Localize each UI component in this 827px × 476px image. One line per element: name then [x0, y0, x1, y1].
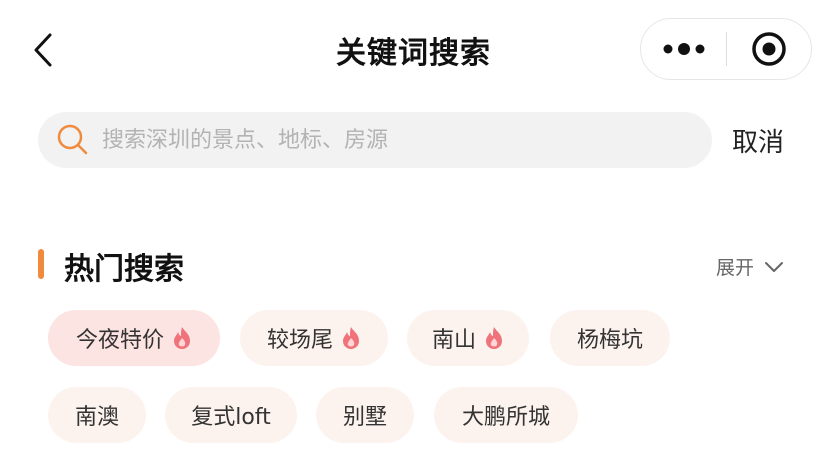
search-input[interactable]	[100, 126, 664, 154]
hot-tag[interactable]: 较场尾	[240, 310, 388, 366]
hot-tag[interactable]: 南山	[407, 310, 529, 366]
more-button[interactable]	[641, 19, 726, 79]
hot-tag[interactable]: 杨梅坑	[550, 310, 670, 366]
hot-tag[interactable]: 别墅	[316, 387, 414, 443]
tag-label: 南澳	[74, 405, 119, 430]
section-accent-bar	[38, 249, 44, 279]
fire-icon	[484, 326, 504, 350]
tag-label: 复式loft	[191, 405, 271, 430]
tag-label: 杨梅坑	[576, 328, 643, 353]
tag-label: 今夜特价	[75, 328, 164, 353]
target-close-icon	[752, 32, 786, 66]
hot-tag[interactable]: 南澳	[48, 387, 146, 443]
fire-icon	[341, 326, 361, 350]
hot-search-title: 热门搜索	[64, 252, 184, 287]
tag-label: 别墅	[342, 405, 387, 430]
search-bar	[38, 112, 712, 168]
cancel-button[interactable]: 取消	[732, 122, 784, 159]
tag-label: 大鹏所城	[461, 405, 550, 430]
fire-icon	[172, 326, 192, 350]
hot-tag[interactable]: 大鹏所城	[434, 387, 578, 443]
chevron-down-icon	[765, 261, 784, 272]
hot-tag[interactable]: 复式loft	[165, 387, 297, 443]
mini-program-capsule	[640, 18, 812, 80]
search-icon	[57, 124, 88, 155]
expand-button[interactable]: 展开	[716, 253, 784, 280]
more-dots-icon	[663, 43, 704, 55]
tag-label: 南山	[431, 328, 476, 353]
hot-tag[interactable]: 今夜特价	[48, 310, 220, 366]
expand-label: 展开	[716, 257, 755, 279]
close-mini-program-button[interactable]	[727, 19, 811, 79]
tag-label: 较场尾	[266, 328, 333, 353]
